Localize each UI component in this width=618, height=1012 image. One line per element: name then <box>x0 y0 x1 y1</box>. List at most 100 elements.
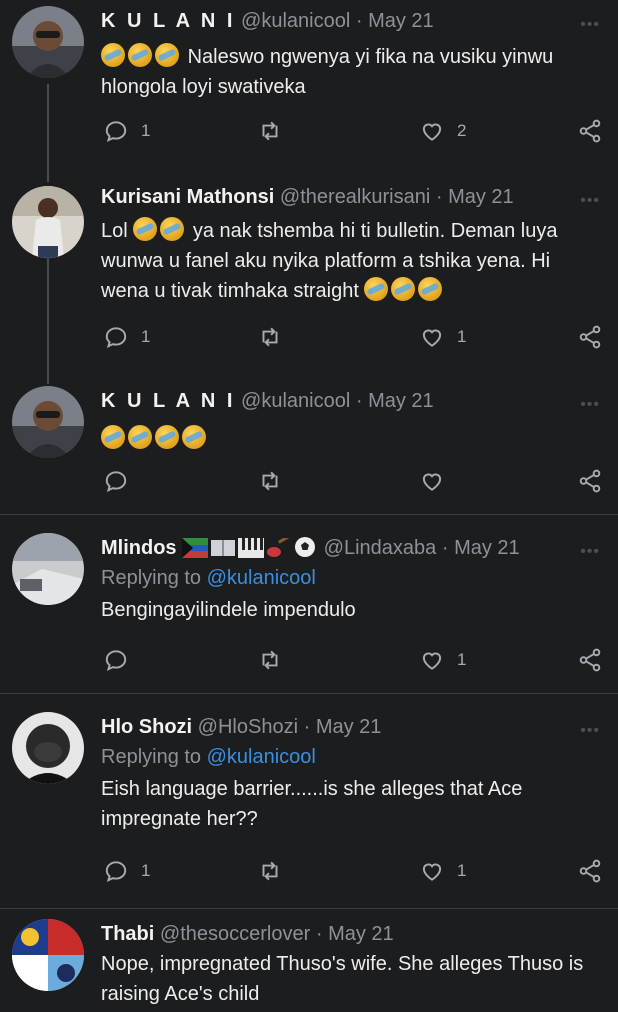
heart-icon <box>422 652 442 670</box>
display-name[interactable]: Kurisani Mathonsi <box>101 186 274 208</box>
laughing-emoji <box>391 277 416 301</box>
user-handle[interactable]: @thesoccerlover <box>160 923 310 945</box>
flag-emoji <box>182 538 209 558</box>
retweet-icon <box>262 650 278 670</box>
display-name[interactable]: Thabi <box>101 923 154 945</box>
laughing-emoji <box>155 425 179 449</box>
tweet-header: Thabi @thesoccerlover · May 21 <box>101 923 394 945</box>
reply-icon <box>105 861 127 883</box>
like-button[interactable]: 1 <box>419 324 466 350</box>
tweet-actions <box>101 468 611 498</box>
share-icon <box>579 119 601 143</box>
piano-emoji <box>238 538 265 558</box>
like-button[interactable]: 1 <box>419 647 466 673</box>
share-button[interactable] <box>577 324 603 350</box>
reply-icon <box>105 327 127 349</box>
tweet-date[interactable]: May 21 <box>328 923 394 945</box>
tweet[interactable]: Thabi @thesoccerlover · May 21 Nope, imp… <box>0 909 618 1012</box>
reply-button[interactable]: 1 <box>103 324 150 350</box>
display-name[interactable]: Mlindos <box>101 537 177 559</box>
laughing-emoji <box>101 425 125 449</box>
heart-icon <box>422 473 442 491</box>
user-handle[interactable]: @Lindaxaba <box>324 537 437 559</box>
laughing-emoji <box>128 425 152 449</box>
reply-count: 1 <box>141 327 151 346</box>
avatar[interactable] <box>12 712 84 784</box>
tweet[interactable]: K U L A N I @kulanicool · May 21 ••• Nal… <box>0 0 618 182</box>
mention-link[interactable]: @kulanicool <box>207 567 316 589</box>
reply-icon <box>105 471 127 493</box>
reply-button[interactable] <box>103 647 129 673</box>
replying-to: Replying to @kulanicool <box>101 567 316 589</box>
retweet-button[interactable] <box>257 647 283 673</box>
user-handle[interactable]: @kulanicool <box>241 10 350 32</box>
avatar[interactable] <box>12 919 84 991</box>
more-icon[interactable]: ••• <box>580 539 600 565</box>
like-button[interactable]: 2 <box>419 118 466 144</box>
avatar[interactable] <box>12 6 84 78</box>
share-icon <box>579 469 601 493</box>
share-icon <box>579 648 601 672</box>
retweet-button[interactable] <box>257 324 295 350</box>
like-button[interactable] <box>419 468 445 494</box>
more-icon[interactable]: ••• <box>580 392 600 418</box>
share-button[interactable] <box>577 468 603 494</box>
reply-button[interactable]: 1 <box>103 118 150 144</box>
tweet[interactable]: Hlo Shozi @HloShozi · May 21 ••• Replyin… <box>0 694 618 908</box>
tweet-date[interactable]: May 21 <box>454 537 520 559</box>
share-button[interactable] <box>577 647 603 673</box>
retweet-icon <box>262 861 278 881</box>
retweet-button[interactable] <box>257 468 283 494</box>
display-name[interactable]: K U L A N I <box>101 10 235 32</box>
laughing-emoji <box>418 277 443 301</box>
heart-icon <box>422 329 442 347</box>
laughing-emoji <box>128 43 152 67</box>
reply-count: 1 <box>141 861 151 880</box>
like-count: 2 <box>457 121 467 140</box>
tweet-text: Eish language barrier......is she allege… <box>101 778 523 830</box>
tweet-date[interactable]: May 21 <box>368 390 434 412</box>
tweet-header: K U L A N I @kulanicool · May 21 ••• <box>101 8 599 34</box>
like-button[interactable]: 1 <box>419 858 466 884</box>
mention-link[interactable]: @kulanicool <box>207 746 316 768</box>
reply-count: 1 <box>141 121 151 140</box>
display-name[interactable]: Hlo Shozi <box>101 716 192 738</box>
reply-button[interactable] <box>103 468 129 494</box>
share-button[interactable] <box>577 858 603 884</box>
retweet-icon <box>262 327 278 347</box>
tweet-header: Hlo Shozi @HloShozi · May 21 ••• <box>101 714 599 740</box>
more-icon[interactable]: ••• <box>580 188 600 214</box>
like-count: 1 <box>457 327 467 346</box>
tweet-date[interactable]: May 21 <box>368 10 434 32</box>
tweet-text: Nope, impregnated Thuso's wife. She alle… <box>101 953 584 1005</box>
soccer-ball-emoji <box>295 537 316 557</box>
avatar[interactable] <box>12 533 84 605</box>
reply-button[interactable]: 1 <box>103 858 150 884</box>
more-icon[interactable]: ••• <box>580 718 600 744</box>
tweet[interactable]: Kurisani Mathonsi @therealkurisani · May… <box>0 182 618 382</box>
avatar[interactable] <box>12 186 84 258</box>
heart-icon <box>422 863 442 881</box>
retweet-icon <box>262 121 278 141</box>
replying-to: Replying to @kulanicool <box>101 746 316 768</box>
like-count: 1 <box>457 861 467 880</box>
tweet[interactable]: Mlindos @Lindaxaba · May 21 ••• Replying… <box>0 515 618 693</box>
reply-icon <box>105 650 127 672</box>
laughing-emoji <box>133 217 158 241</box>
display-name[interactable]: K U L A N I <box>101 390 235 412</box>
user-handle[interactable]: @kulanicool <box>241 390 350 412</box>
book-emoji <box>211 540 236 556</box>
retweet-button[interactable] <box>257 858 283 884</box>
heart-icon <box>422 123 442 141</box>
user-handle[interactable]: @HloShozi <box>198 716 298 738</box>
share-button[interactable] <box>577 118 603 144</box>
user-handle[interactable]: @therealkurisani <box>280 186 430 208</box>
avatar[interactable] <box>12 386 84 458</box>
retweet-button[interactable] <box>257 118 295 144</box>
guitar-emoji <box>267 538 291 557</box>
more-icon[interactable]: ••• <box>580 12 600 38</box>
tweet-date[interactable]: May 21 <box>316 716 382 738</box>
tweet-date[interactable]: May 21 <box>448 186 514 208</box>
tweet[interactable]: K U L A N I @kulanicool · May 21 ••• <box>0 382 618 514</box>
tweet-actions: 1 1 <box>101 858 611 888</box>
